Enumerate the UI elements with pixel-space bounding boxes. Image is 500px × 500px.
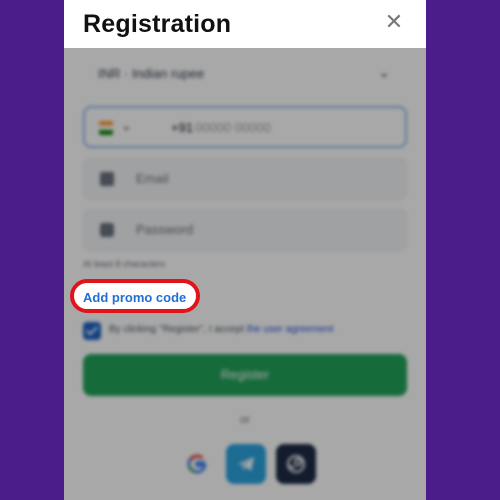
dim-overlay bbox=[64, 48, 426, 500]
registration-modal: Registration ✕ INR · Indian rupee ⌄ ⌄ +9… bbox=[64, 0, 426, 500]
page-title: Registration bbox=[83, 10, 232, 38]
modal-header: Registration ✕ bbox=[64, 0, 426, 48]
close-icon[interactable]: ✕ bbox=[382, 10, 406, 34]
add-promo-code-link[interactable]: Add promo code bbox=[83, 290, 186, 305]
